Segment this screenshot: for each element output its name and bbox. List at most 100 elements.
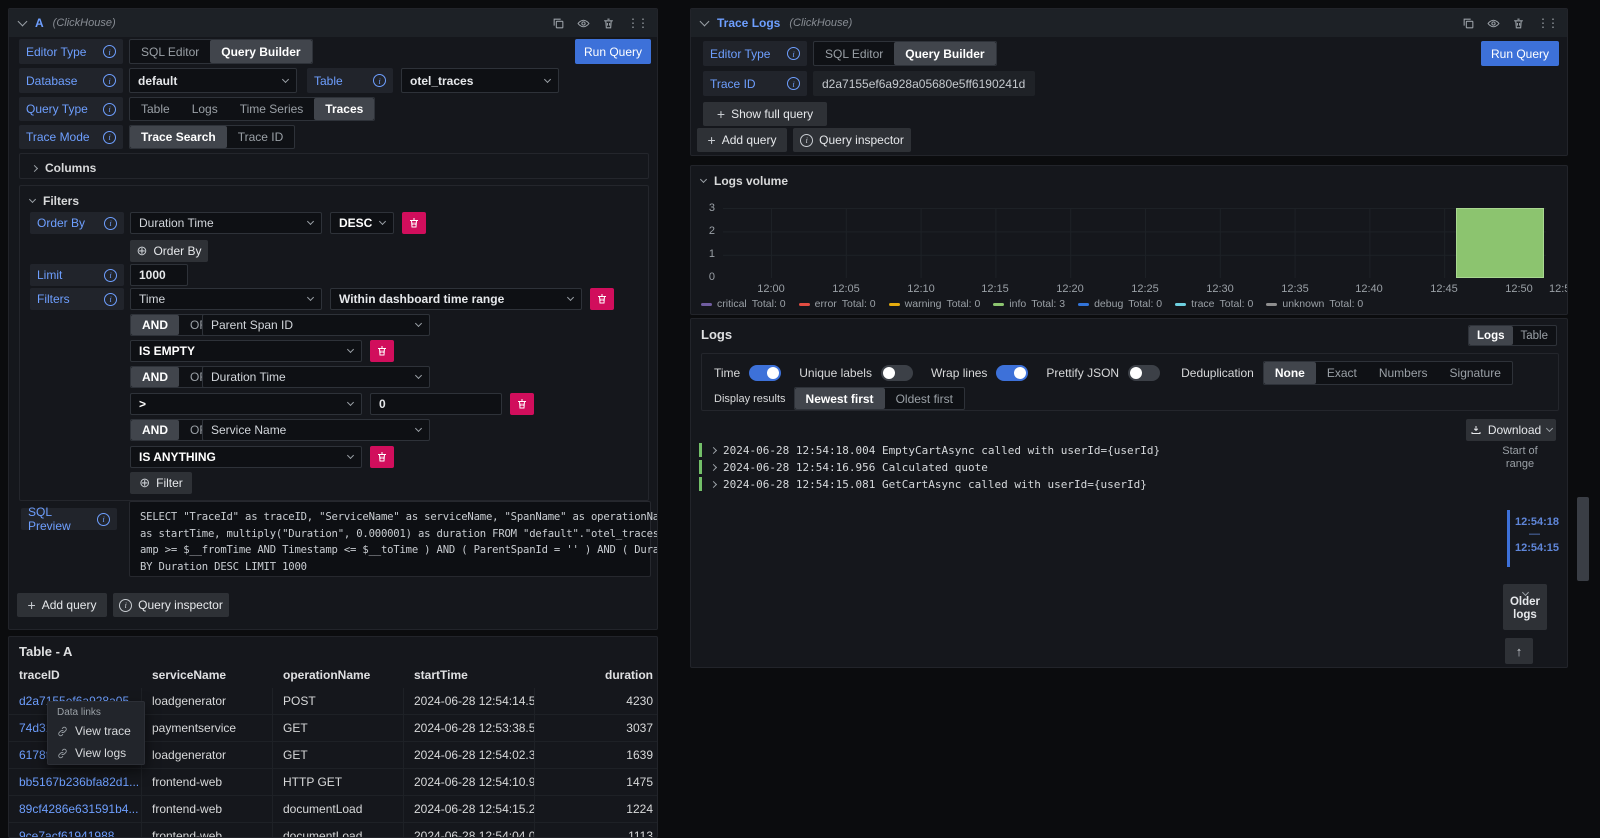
query-inspector-button[interactable]: Query inspector [113, 593, 229, 617]
log-row[interactable]: 2024-06-28 12:54:18.004 EmptyCartAsync c… [699, 443, 1160, 457]
column-header[interactable]: traceID [9, 668, 142, 682]
duplicate-icon[interactable] [552, 17, 565, 30]
query-type-traces[interactable]: Traces [314, 98, 374, 120]
menu-item-view-trace[interactable]: View trace [48, 720, 144, 742]
show-full-query-button[interactable]: Show full query [703, 102, 827, 126]
order-by-field-select[interactable]: Duration Time [130, 212, 322, 234]
add-query-button[interactable]: Add query [697, 128, 787, 152]
trace-mode-toggle[interactable]: Trace Search Trace ID [129, 125, 295, 149]
query-row-header[interactable]: A (ClickHouse) [9, 9, 657, 37]
legend-item[interactable]: debugTotal: 0 [1078, 298, 1162, 310]
collapse-chevron-icon[interactable] [18, 17, 28, 27]
filter-field-select[interactable]: Parent Span ID [202, 314, 430, 336]
collapse-chevron-icon[interactable] [700, 176, 707, 183]
filter-operator-select[interactable]: IS ANYTHING [130, 446, 362, 468]
trash-icon[interactable] [1512, 17, 1525, 30]
editor-type-toggle[interactable]: SQL Editor Query Builder [129, 39, 313, 64]
run-query-button[interactable]: Run Query [1481, 41, 1559, 66]
expand-chevron-icon[interactable] [31, 164, 38, 171]
remove-condition-button[interactable] [510, 393, 534, 415]
query-type-table[interactable]: Table [130, 98, 181, 120]
remove-condition-button[interactable] [370, 340, 394, 362]
trace-link[interactable]: 9ce7acf61941988... [19, 829, 124, 838]
wrap-lines-toggle[interactable] [996, 365, 1028, 381]
column-header[interactable]: startTime [404, 668, 535, 682]
scrollbar-thumb[interactable] [1577, 497, 1589, 581]
column-header[interactable]: duration [535, 668, 658, 682]
trace-search-option[interactable]: Trace Search [130, 126, 227, 148]
time-toggle[interactable] [749, 365, 781, 381]
database-select[interactable]: default [129, 68, 297, 93]
filters-section-header[interactable]: Filters [30, 194, 79, 208]
log-row[interactable]: 2024-06-28 12:54:16.956 Calculated quote [699, 460, 988, 474]
columns-section[interactable]: Columns [19, 153, 649, 179]
query-builder-option[interactable]: Query Builder [210, 40, 311, 63]
logs-table-view-toggle[interactable]: Logs Table [1468, 325, 1557, 346]
expand-chevron-icon[interactable] [710, 480, 717, 487]
table-select[interactable]: otel_traces [401, 68, 559, 93]
limit-input[interactable]: 1000 [130, 264, 188, 286]
eye-icon[interactable] [577, 17, 590, 30]
run-query-button[interactable]: Run Query [575, 39, 651, 64]
menu-item-view-logs[interactable]: View logs [48, 742, 144, 764]
legend-item[interactable]: unknownTotal: 0 [1266, 298, 1363, 310]
table-row[interactable]: 89cf4286e631591b4... frontend-web docume… [9, 796, 658, 823]
trace-link[interactable]: 89cf4286e631591b4... [19, 802, 138, 816]
filter-time-field-select[interactable]: Time [130, 288, 322, 310]
add-filter-button[interactable]: Filter [130, 472, 192, 494]
collapse-chevron-icon[interactable] [700, 17, 710, 27]
legend-item[interactable]: errorTotal: 0 [799, 298, 876, 310]
prettify-json-toggle[interactable] [1128, 365, 1160, 381]
trace-id-option[interactable]: Trace ID [227, 126, 295, 148]
info-bar[interactable] [1456, 208, 1544, 278]
logs-volume-header[interactable]: Logs volume [701, 174, 788, 188]
eye-icon[interactable] [1487, 17, 1500, 30]
legend-item[interactable]: traceTotal: 0 [1175, 298, 1253, 310]
sql-editor-option[interactable]: SQL Editor [814, 42, 894, 65]
query-type-toggle[interactable]: Table Logs Time Series Traces [129, 97, 375, 121]
table-row[interactable]: 9ce7acf61941988... frontend-web document… [9, 823, 658, 838]
query-type-logs[interactable]: Logs [181, 98, 229, 120]
filter-time-range-select[interactable]: Within dashboard time range [330, 288, 582, 310]
download-button[interactable]: Download [1466, 419, 1556, 441]
display-results-toggle[interactable]: Newest first Oldest first [794, 387, 965, 410]
chart-plot-area[interactable] [723, 208, 1546, 278]
deduplication-toggle[interactable]: None Exact Numbers Signature [1263, 361, 1513, 385]
collapse-chevron-icon[interactable] [29, 196, 36, 203]
log-row[interactable]: 2024-06-28 12:54:15.081 GetCartAsync cal… [699, 477, 1147, 491]
remove-filter-button[interactable] [590, 288, 614, 310]
remove-order-by-button[interactable] [402, 212, 426, 234]
filter-field-select[interactable]: Duration Time [202, 366, 430, 388]
query-inspector-button[interactable]: Query inspector [793, 128, 911, 152]
sql-editor-option[interactable]: SQL Editor [130, 40, 210, 63]
older-logs-button[interactable]: Older logs [1503, 584, 1547, 630]
remove-condition-button[interactable] [370, 446, 394, 468]
scroll-to-top-button[interactable] [1505, 638, 1533, 664]
order-by-direction-select[interactable]: DESC [330, 212, 394, 234]
legend-item[interactable]: criticalTotal: 0 [701, 298, 786, 310]
legend-item[interactable]: warningTotal: 0 [889, 298, 981, 310]
add-order-by-button[interactable]: Order By [130, 240, 208, 262]
filter-operator-select[interactable]: > [130, 393, 362, 415]
expand-chevron-icon[interactable] [710, 446, 717, 453]
drag-handle-icon[interactable] [1537, 16, 1557, 30]
add-query-button[interactable]: Add query [17, 593, 107, 617]
unique-labels-toggle[interactable] [881, 365, 913, 381]
filter-operator-select[interactable]: IS EMPTY [130, 340, 362, 362]
editor-type-toggle[interactable]: SQL Editor Query Builder [813, 41, 997, 66]
expand-chevron-icon[interactable] [710, 463, 717, 470]
view-table-option[interactable]: Table [1513, 326, 1557, 345]
legend-item[interactable]: infoTotal: 3 [993, 298, 1065, 310]
filter-value-input[interactable]: 0 [370, 393, 502, 415]
column-header[interactable]: operationName [273, 668, 404, 682]
query-row-header[interactable]: Trace Logs (ClickHouse) [691, 9, 1567, 37]
drag-handle-icon[interactable] [627, 16, 647, 30]
trace-id-input[interactable]: d2a7155ef6a928a05680e5ff6190241d [813, 71, 1035, 96]
view-logs-option[interactable]: Logs [1469, 326, 1512, 345]
duplicate-icon[interactable] [1462, 17, 1475, 30]
trash-icon[interactable] [602, 17, 615, 30]
query-type-timeseries[interactable]: Time Series [229, 98, 315, 120]
trace-link[interactable]: bb5167b236bfa82d1... [19, 775, 139, 789]
column-header[interactable]: serviceName [142, 668, 273, 682]
log-timeline-minimap[interactable] [1507, 510, 1510, 567]
